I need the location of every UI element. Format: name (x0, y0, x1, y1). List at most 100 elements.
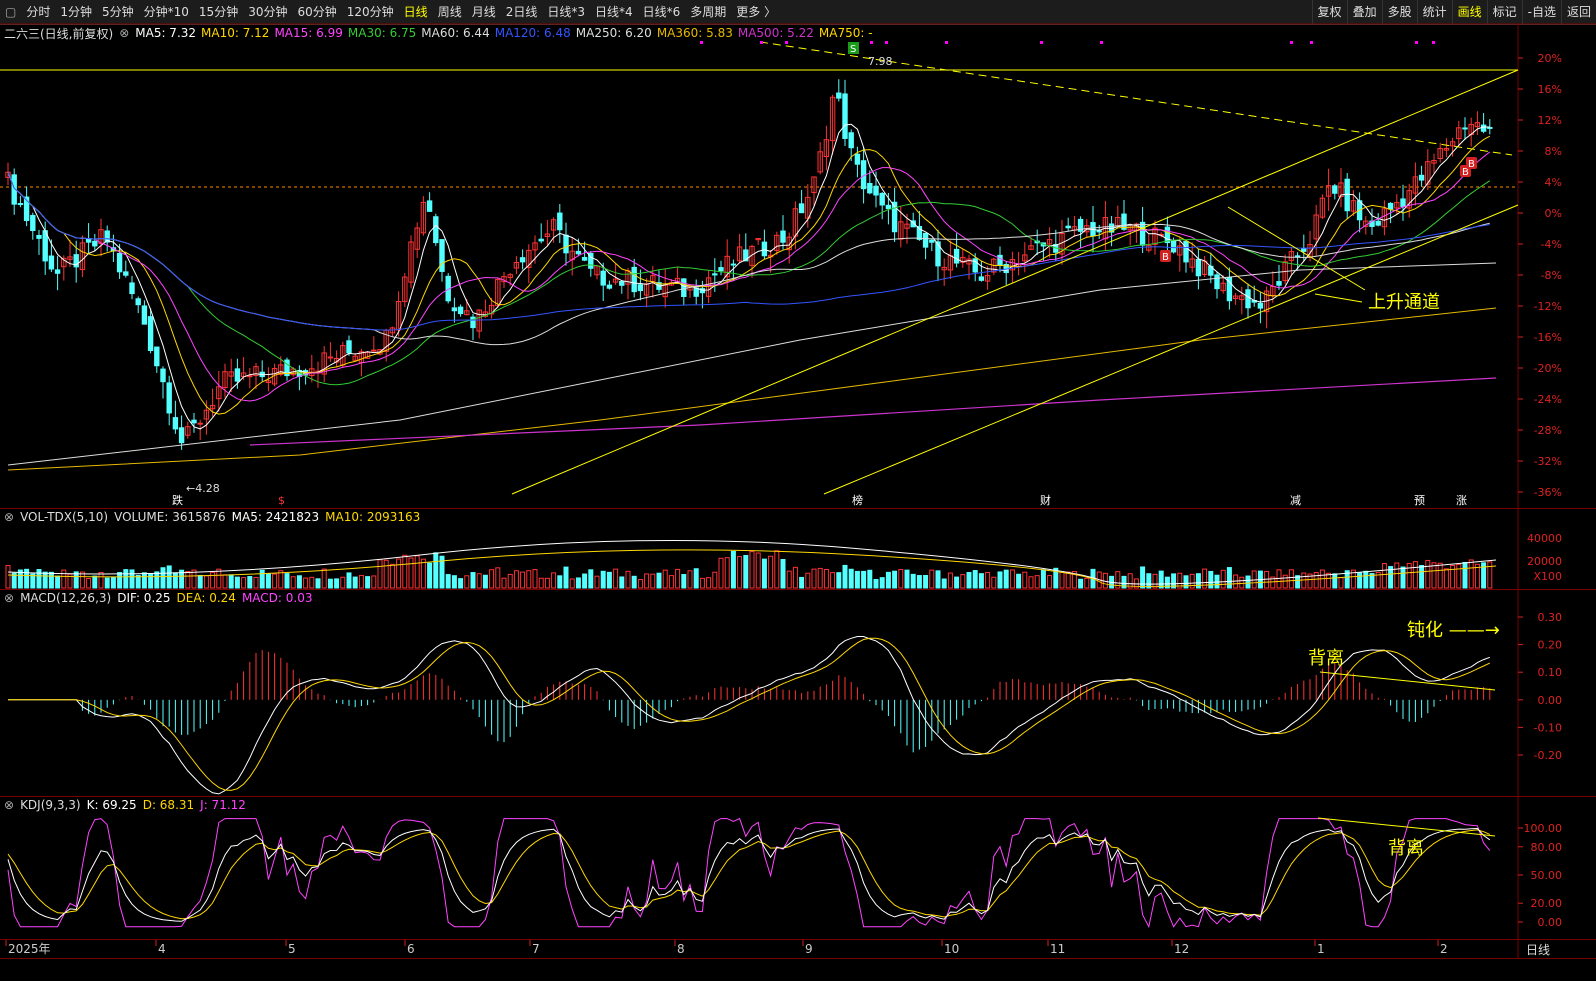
volume-bar (42, 571, 48, 589)
candle-body (1164, 226, 1171, 244)
volume-bar (1158, 570, 1164, 589)
candle-body (247, 375, 253, 378)
x-axis-label: 11 (1050, 942, 1065, 956)
price-axis-label: -28% (1534, 424, 1562, 437)
candle-body (606, 284, 613, 289)
volume-bar (898, 569, 904, 589)
candle-body (123, 271, 129, 276)
candle-body (600, 270, 606, 286)
volume-bar (1146, 573, 1152, 589)
volume-bar (123, 569, 129, 589)
stock-chart-canvas[interactable]: 20% 16% 12% 8% 4% 0% -4% -8% -12% -16% -20% -24% -28… (0, 0, 1596, 980)
ma-line-30 (7, 172, 1491, 386)
volume-bar (464, 575, 470, 589)
candle-body (879, 192, 885, 206)
signal-dot (1100, 41, 1103, 44)
volume-bar (972, 570, 978, 589)
volume-bar (904, 569, 910, 589)
volume-bar (594, 575, 600, 589)
volume-bar (588, 569, 594, 589)
volume-bar (321, 568, 327, 589)
price-axis-label: -36% (1534, 486, 1562, 499)
candle-body (581, 256, 588, 261)
candle-body (1257, 302, 1264, 309)
volume-bar (557, 575, 563, 589)
candle-body (1214, 274, 1220, 290)
volume-bar (867, 569, 873, 589)
volume-bar (619, 576, 625, 589)
volume-bar (1245, 575, 1251, 589)
volume-bar (774, 550, 780, 589)
volume-bar (98, 572, 104, 589)
volume-bar (1220, 569, 1226, 589)
volume-bar (352, 576, 358, 589)
candle-body (1418, 174, 1425, 181)
candle-body (426, 200, 433, 212)
volume-bar (978, 573, 984, 589)
candle-body (147, 316, 154, 352)
volume-bar (799, 576, 805, 589)
macd-axis-label: 0.30 (1538, 611, 1563, 624)
volume-bar (253, 576, 259, 589)
volume-bar (625, 570, 631, 589)
price-axis-label: 8% (1545, 145, 1562, 158)
candle-body (160, 368, 166, 383)
volume-bar (947, 572, 953, 589)
x-axis-label: 12 (1174, 942, 1189, 956)
volume-bar (377, 559, 383, 589)
volume-bar (1443, 568, 1449, 589)
volume-bar (1456, 563, 1462, 589)
volume-bar (1363, 570, 1369, 589)
ma-line-500 (249, 377, 1497, 446)
price-axis-label: -32% (1534, 455, 1562, 468)
volume-bar (402, 554, 408, 589)
signal-dot (1040, 41, 1043, 44)
volume-bar (637, 579, 643, 589)
candle-body (929, 239, 935, 243)
volume-bar (544, 577, 550, 589)
macd-dif-line (8, 636, 1490, 795)
volume-bar (532, 569, 538, 589)
volume-bar (296, 575, 302, 589)
volume-bar (129, 569, 135, 589)
volume-bar (1381, 562, 1387, 589)
signal-dot (760, 41, 763, 44)
volume-bar (997, 571, 1003, 589)
volume-bar (687, 570, 693, 589)
candle-body (637, 284, 644, 292)
volume-bar (954, 576, 960, 589)
candle-body (1301, 247, 1307, 252)
candle-body (1096, 230, 1102, 233)
price-axis-label: -20% (1534, 362, 1562, 375)
candle-body (619, 280, 625, 286)
volume-bar (327, 578, 333, 589)
volume-bar (892, 570, 898, 589)
ma-line-120 (7, 172, 1490, 331)
volume-bar (458, 578, 464, 589)
candle-body (780, 230, 786, 243)
volume-bar (1022, 571, 1028, 589)
candle-body (631, 266, 637, 293)
volume-bar (718, 557, 724, 589)
signal-dot (785, 41, 788, 44)
volume-bar (334, 578, 340, 589)
candle-body (178, 427, 185, 444)
volume-bar (160, 567, 166, 589)
volume-bar (104, 577, 110, 589)
volume-bar (743, 555, 749, 589)
x-axis-label: 2025年 (8, 942, 51, 956)
volume-bar (396, 558, 402, 589)
candle-body (371, 349, 377, 352)
macd-axis-label: -0.10 (1534, 721, 1562, 734)
volume-bar (154, 571, 160, 589)
arrow-line (1314, 293, 1363, 303)
volume-bar (960, 574, 966, 589)
kdj-axis-label: 50.00 (1531, 869, 1563, 882)
x-axis-label: 5 (288, 942, 296, 956)
price-axis-label: 4% (1545, 176, 1562, 189)
volume-bar (644, 573, 650, 589)
volume-bar (569, 578, 575, 589)
x-axis-label: 9 (805, 942, 813, 956)
candle-body (166, 382, 172, 414)
signal-dot (870, 41, 873, 44)
